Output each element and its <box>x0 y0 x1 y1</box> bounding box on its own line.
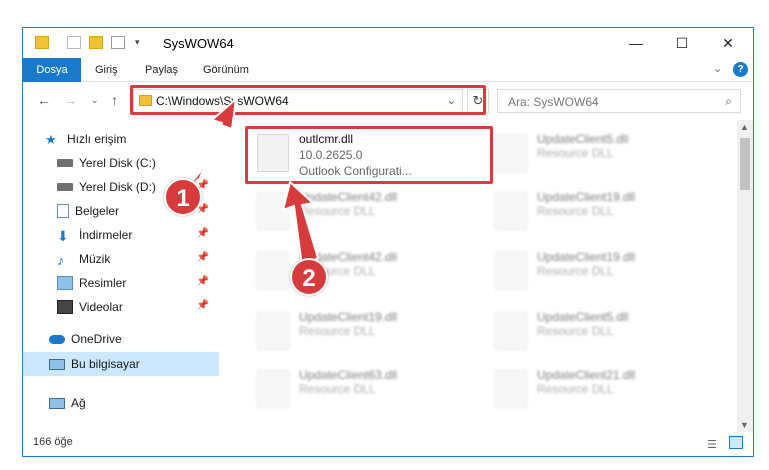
file-item[interactable]: UpdateClient63.dll Resource DLL <box>247 362 477 418</box>
sidebar-item-downloads[interactable]: ⬇ İndirmeler 📌 <box>23 224 219 246</box>
dll-file-icon <box>257 370 289 408</box>
dll-file-icon <box>495 134 527 172</box>
sidebar-item-quick-access[interactable]: ★ Hızlı erişim <box>23 128 219 150</box>
minimize-button[interactable]: — <box>613 28 659 58</box>
sidebar-item-videos[interactable]: Videolar 📌 <box>23 296 219 318</box>
sidebar-item-this-pc[interactable]: Bu bilgisayar <box>23 352 219 376</box>
file-item[interactable]: UpdateClient19.dll Resource DLL <box>485 184 715 240</box>
drive-icon <box>57 183 73 191</box>
search-box[interactable]: Ara: SysWOW64 ⌕ <box>497 89 741 113</box>
pin-icon: 📌 <box>196 228 209 239</box>
tab-home[interactable]: Giriş <box>85 58 128 82</box>
large-icons-view-icon[interactable] <box>729 436 743 449</box>
star-icon: ★ <box>45 132 57 147</box>
sidebar-item-drive-c[interactable]: Yerel Disk (C:) <box>23 152 219 174</box>
dll-file-icon <box>495 192 527 230</box>
file-item[interactable]: UpdateClient19.dll Resource DLL <box>485 244 715 300</box>
maximize-button[interactable]: ☐ <box>659 28 705 58</box>
address-highlight <box>130 85 486 115</box>
sidebar-item-music[interactable]: ♪ Müzik 📌 <box>23 248 219 270</box>
help-icon[interactable]: ? <box>733 62 748 77</box>
file-item[interactable]: UpdateClient5.dll Resource DLL <box>485 304 715 360</box>
forward-button[interactable]: → <box>63 92 77 108</box>
callout-1: 1 <box>164 178 202 216</box>
scrollbar-thumb[interactable] <box>740 138 750 190</box>
documents-icon <box>57 204 69 218</box>
pin-icon: 📌 <box>196 300 209 311</box>
recent-locations-icon[interactable]: ⌄ <box>91 95 99 106</box>
search-icon: ⌕ <box>725 94 732 108</box>
tab-share[interactable]: Paylaş <box>135 58 188 82</box>
dll-file-icon <box>257 192 289 230</box>
dll-file-icon <box>495 370 527 408</box>
file-item[interactable]: UpdateClient42.dll Resource DLL <box>247 184 477 240</box>
up-button[interactable]: ↑ <box>111 92 118 108</box>
download-icon: ⬇ <box>57 228 69 244</box>
chevron-down-icon[interactable]: ⌄ <box>713 62 722 75</box>
file-highlight <box>245 126 493 184</box>
navigation-pane: ★ Hızlı erişim Yerel Disk (C:) Yerel Dis… <box>23 120 219 420</box>
title-bar: ▾ SysWOW64 — ☐ ✕ <box>23 28 753 58</box>
dll-file-icon <box>257 252 289 290</box>
details-view-icon[interactable]: ☰ <box>707 438 717 451</box>
sidebar-item-pictures[interactable]: Resimler 📌 <box>23 272 219 294</box>
scroll-down-icon[interactable]: ▼ <box>740 420 749 430</box>
properties-icon[interactable] <box>111 36 125 49</box>
callout-2: 2 <box>290 258 328 296</box>
file-item[interactable]: UpdateClient21.dll Resource DLL <box>485 362 715 418</box>
status-item-count: 166 öğe <box>33 436 73 448</box>
dll-file-icon <box>257 312 289 350</box>
pin-icon: 📌 <box>196 252 209 263</box>
music-icon: ♪ <box>57 252 64 268</box>
search-placeholder: Ara: SysWOW64 <box>508 95 599 109</box>
drive-icon <box>57 159 73 167</box>
dll-file-icon <box>495 252 527 290</box>
tab-view[interactable]: Görünüm <box>193 58 259 82</box>
folder-icon <box>35 36 49 49</box>
file-item[interactable]: UpdateClient5.dll Resource DLL <box>485 126 715 182</box>
file-item[interactable]: UpdateClient19.dll Resource DLL <box>247 304 477 360</box>
checklist-icon[interactable] <box>67 36 81 49</box>
network-icon <box>49 397 65 409</box>
videos-icon <box>57 300 73 314</box>
folder-new-icon[interactable] <box>89 36 103 49</box>
sidebar-item-onedrive[interactable]: OneDrive <box>23 328 219 350</box>
ribbon: Dosya Giriş Paylaş Görünüm ⌄ ? <box>23 58 753 82</box>
sidebar-item-network[interactable]: Ağ <box>23 392 219 414</box>
vertical-scrollbar[interactable]: ▲ ▼ <box>737 120 753 432</box>
computer-icon <box>49 358 65 370</box>
chevron-down-icon[interactable]: ▾ <box>135 36 145 49</box>
close-button[interactable]: ✕ <box>705 28 751 58</box>
tab-file[interactable]: Dosya <box>23 58 81 82</box>
window-title: SysWOW64 <box>163 36 234 51</box>
scroll-up-icon[interactable]: ▲ <box>740 122 749 132</box>
file-item[interactable]: UpdateClient42.dll Resource DLL <box>247 244 477 300</box>
back-button[interactable]: ← <box>37 92 51 108</box>
cloud-icon <box>49 334 65 344</box>
pin-icon: 📌 <box>196 276 209 287</box>
dll-file-icon <box>495 312 527 350</box>
pictures-icon <box>57 276 73 290</box>
